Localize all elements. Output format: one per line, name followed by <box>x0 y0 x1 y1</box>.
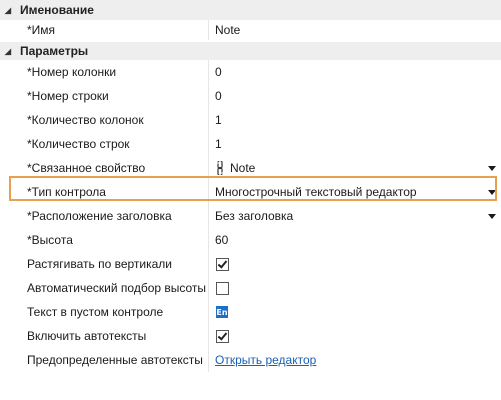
row-bound-property-value-cell[interactable]: Note <box>209 156 501 180</box>
dropdown-arrow-icon[interactable] <box>488 190 496 195</box>
stretch-vertical-checkbox[interactable] <box>216 257 229 271</box>
row-empty-text-label: Текст в пустом контроле <box>27 305 164 319</box>
collapse-triangle-icon[interactable]: ◢ <box>2 6 14 15</box>
row-row-count-label: *Количество строк <box>27 137 130 151</box>
row-control-type-value-cell[interactable]: Многострочный текстовый редактор <box>209 180 501 204</box>
row-row-number-value[interactable]: 0 <box>209 84 501 108</box>
row-row-number-label: *Номер строки <box>27 89 109 103</box>
row-stretch-vertical-label: Растягивать по вертикали <box>27 257 173 271</box>
row-title-position-value: Без заголовка <box>215 209 294 223</box>
auto-height-checkbox[interactable] <box>216 281 229 295</box>
row-column-count[interactable]: *Количество колонок 1 <box>0 108 501 132</box>
row-empty-text[interactable]: Текст в пустом контроле En <box>0 300 501 324</box>
row-height[interactable]: *Высота 60 <box>0 228 501 252</box>
row-auto-height-value-cell <box>209 276 501 300</box>
row-auto-height-label: Автоматический подбор высоты <box>27 281 207 295</box>
enable-autotexts-checkbox[interactable] <box>216 329 229 343</box>
row-column-number-label: *Номер колонки <box>27 65 117 79</box>
row-row-count[interactable]: *Количество строк 1 <box>0 132 501 156</box>
row-stretch-vertical[interactable]: Растягивать по вертикали <box>0 252 501 276</box>
row-enable-autotexts-value-cell <box>209 324 501 348</box>
open-editor-link[interactable]: Открыть редактор <box>215 353 316 367</box>
row-bound-property-label: *Связанное свойство <box>27 161 146 175</box>
property-grid: ◢ Именование *Имя Note ◢ Параметры *Номе… <box>0 0 501 372</box>
row-bound-property-value: Note <box>230 161 256 175</box>
collapse-triangle-icon[interactable]: ◢ <box>2 47 14 56</box>
row-stretch-vertical-value-cell <box>209 252 501 276</box>
row-bound-property[interactable]: *Связанное свойство Note <box>0 156 501 180</box>
row-name[interactable]: *Имя Note <box>0 20 501 40</box>
row-enable-autotexts[interactable]: Включить автотексты <box>0 324 501 348</box>
dropdown-arrow-icon[interactable] <box>488 214 496 219</box>
row-column-count-value[interactable]: 1 <box>209 108 501 132</box>
row-auto-height[interactable]: Автоматический подбор высоты <box>0 276 501 300</box>
row-predefined-autotexts-value-cell: Открыть редактор <box>209 348 501 372</box>
row-title-position-value-cell[interactable]: Без заголовка <box>209 204 501 228</box>
row-title-position-label: *Расположение заголовка <box>27 209 172 223</box>
row-control-type-value: Многострочный текстовый редактор <box>215 185 417 199</box>
row-control-type[interactable]: *Тип контрола Многострочный текстовый ре… <box>0 180 501 204</box>
row-height-value[interactable]: 60 <box>209 228 501 252</box>
dropdown-arrow-icon[interactable] <box>488 166 496 171</box>
row-column-number[interactable]: *Номер колонки 0 <box>0 60 501 84</box>
row-row-count-value[interactable]: 1 <box>209 132 501 156</box>
link-icon <box>215 159 225 177</box>
section-parameters-header[interactable]: ◢ Параметры <box>0 42 501 60</box>
row-enable-autotexts-label: Включить автотексты <box>27 329 147 343</box>
row-height-label: *Высота <box>27 233 73 247</box>
row-row-number[interactable]: *Номер строки 0 <box>0 84 501 108</box>
row-name-value[interactable]: Note <box>209 20 501 40</box>
row-predefined-autotexts-label: Предопределенные автотексты <box>27 353 203 367</box>
section-naming-header[interactable]: ◢ Именование <box>0 0 501 20</box>
row-predefined-autotexts[interactable]: Предопределенные автотексты Открыть реда… <box>0 348 501 372</box>
section-parameters-title: Параметры <box>20 44 89 58</box>
row-name-label: *Имя <box>27 23 56 37</box>
row-control-type-label: *Тип контрола <box>27 185 106 199</box>
row-title-position[interactable]: *Расположение заголовка Без заголовка <box>0 204 501 228</box>
section-naming-title: Именование <box>20 3 94 17</box>
language-en-icon[interactable]: En <box>216 306 228 318</box>
row-column-count-label: *Количество колонок <box>27 113 144 127</box>
row-empty-text-value-cell[interactable]: En <box>209 300 501 324</box>
row-column-number-value[interactable]: 0 <box>209 60 501 84</box>
